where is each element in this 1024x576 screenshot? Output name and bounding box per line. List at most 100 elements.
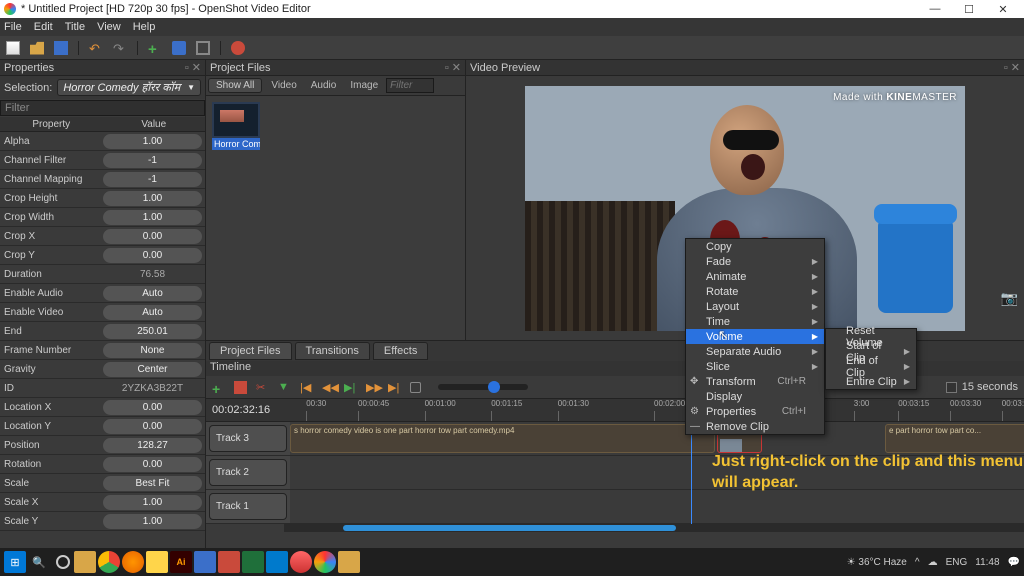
play-icon[interactable]: ▶| [344, 381, 357, 394]
context-menu-item[interactable]: Copy [686, 239, 824, 254]
tray-onedrive-icon[interactable]: ☁ [928, 557, 938, 568]
redo-icon[interactable]: ↷ [113, 41, 127, 55]
fullscreen-icon[interactable] [196, 41, 210, 55]
property-row[interactable]: Duration76.58 [0, 265, 205, 284]
property-value[interactable]: None [103, 343, 202, 358]
razor-icon[interactable]: ✂ [256, 381, 269, 394]
task-search-icon[interactable]: 🔍 [28, 551, 50, 573]
property-row[interactable]: End250.01 [0, 322, 205, 341]
task-openshot-icon[interactable] [314, 551, 336, 573]
filter-show-all[interactable]: Show All [208, 78, 262, 93]
prev-marker-icon[interactable]: |◀ [300, 381, 313, 394]
next-marker-icon[interactable]: ▶| [388, 381, 401, 394]
context-menu-item[interactable]: Time▶ [686, 314, 824, 329]
tab-project-files[interactable]: Project Files [209, 342, 292, 360]
property-value[interactable]: 76.58 [103, 267, 202, 282]
task-cortana-icon[interactable] [56, 555, 70, 569]
property-row[interactable]: Channel Mapping-1 [0, 170, 205, 189]
property-row[interactable]: GravityCenter [0, 360, 205, 379]
task-notes-icon[interactable] [146, 551, 168, 573]
property-value[interactable]: -1 [103, 153, 202, 168]
property-row[interactable]: Crop Width1.00 [0, 208, 205, 227]
project-files-filter[interactable] [386, 78, 434, 93]
rewind-icon[interactable]: ◀◀ [322, 381, 335, 394]
snapshot-icon[interactable]: 📷 [1001, 290, 1018, 307]
maximize-button[interactable]: ☐ [952, 3, 986, 16]
property-value[interactable]: 2YZKA3B22T [103, 381, 202, 396]
profile-icon[interactable] [172, 41, 186, 55]
context-menu-item[interactable]: Slice▶ [686, 359, 824, 374]
import-files-icon[interactable]: + [148, 41, 162, 55]
new-project-icon[interactable] [6, 41, 20, 55]
property-value[interactable]: 1.00 [103, 191, 202, 206]
panel-undock-icon[interactable]: ▫ ✕ [185, 61, 201, 74]
context-menu-item[interactable]: ⚙PropertiesCtrl+I [686, 404, 824, 419]
playhead[interactable] [691, 422, 692, 524]
property-filter-input[interactable]: Filter [0, 100, 205, 116]
property-row[interactable]: Rotation0.00 [0, 455, 205, 474]
context-menu-item[interactable]: Rotate▶ [686, 284, 824, 299]
context-menu-item[interactable]: Fade▶ [686, 254, 824, 269]
filter-video[interactable]: Video [265, 79, 302, 92]
project-file-thumb[interactable]: Horror Com... [212, 102, 260, 150]
property-row[interactable]: ScaleBest Fit [0, 474, 205, 493]
menu-help[interactable]: Help [133, 21, 156, 33]
property-row[interactable]: Enable AudioAuto [0, 284, 205, 303]
context-menu-item[interactable]: —Remove Clip [686, 419, 824, 434]
property-value[interactable]: 0.00 [103, 229, 202, 244]
task-illustrator-icon[interactable]: Ai [170, 551, 192, 573]
context-menu-item[interactable]: Display [686, 389, 824, 404]
tray-notifications-icon[interactable]: 💬 [1008, 557, 1020, 568]
context-submenu-item[interactable]: Entire Clip▶ [826, 374, 916, 389]
property-value[interactable]: 1.00 [103, 210, 202, 225]
property-row[interactable]: Frame NumberNone [0, 341, 205, 360]
property-value[interactable]: 1.00 [103, 514, 202, 529]
seconds-checkbox[interactable] [946, 382, 957, 393]
task-explorer-icon[interactable] [74, 551, 96, 573]
start-button[interactable]: ⊞ [4, 551, 26, 573]
property-value[interactable]: 128.27 [103, 438, 202, 453]
property-row[interactable]: Location Y0.00 [0, 417, 205, 436]
timeline-ruler[interactable]: 00:02:32:16 00:3000:00:4500:01:0000:01:1… [206, 398, 1024, 422]
menu-title[interactable]: Title [65, 21, 85, 33]
panel-undock-icon[interactable]: ▫ ✕ [1004, 61, 1020, 74]
tray-time[interactable]: 11:48 [975, 557, 999, 568]
filter-audio[interactable]: Audio [305, 79, 343, 92]
tray-weather[interactable]: ☀ 36°C Haze [847, 557, 907, 568]
panel-undock-icon[interactable]: ▫ ✕ [445, 61, 461, 74]
context-submenu-item[interactable]: End of Clip▶ [826, 359, 916, 374]
property-value[interactable]: 0.00 [103, 248, 202, 263]
property-row[interactable]: Scale X1.00 [0, 493, 205, 512]
menu-view[interactable]: View [97, 21, 121, 33]
minimize-button[interactable]: — [918, 3, 952, 15]
property-value[interactable]: Center [103, 362, 202, 377]
context-menu-item[interactable]: Layout▶ [686, 299, 824, 314]
property-value[interactable]: Best Fit [103, 476, 202, 491]
timeline-clip[interactable]: s horror comedy video is one part horror… [290, 424, 715, 453]
close-button[interactable]: ✕ [986, 3, 1020, 16]
property-row[interactable]: Crop Height1.00 [0, 189, 205, 208]
task-app-icon[interactable] [194, 551, 216, 573]
property-row[interactable]: Scale Y1.00 [0, 512, 205, 531]
context-menu-item[interactable]: Animate▶ [686, 269, 824, 284]
track-label[interactable]: Track 2 [209, 459, 287, 486]
timeline-scrollbar[interactable] [284, 524, 1024, 532]
track-label[interactable]: Track 3 [209, 425, 287, 452]
property-value[interactable]: Auto [103, 286, 202, 301]
task-app-icon[interactable] [242, 551, 264, 573]
timeline-clip[interactable]: e part horror tow part co... [885, 424, 1024, 453]
forward-icon[interactable]: ▶▶ [366, 381, 379, 394]
context-menu-item[interactable]: Volume▶ [686, 329, 824, 344]
save-project-icon[interactable] [54, 41, 68, 55]
task-app-icon[interactable] [290, 551, 312, 573]
property-row[interactable]: Position128.27 [0, 436, 205, 455]
tab-effects[interactable]: Effects [373, 342, 428, 360]
property-value[interactable]: 1.00 [103, 495, 202, 510]
property-row[interactable]: Channel Filter-1 [0, 151, 205, 170]
zoom-slider[interactable] [438, 384, 528, 390]
property-row[interactable]: Enable VideoAuto [0, 303, 205, 322]
track-label[interactable]: Track 1 [209, 493, 287, 520]
tray-lang[interactable]: ENG [946, 557, 968, 568]
center-playhead-icon[interactable] [410, 382, 421, 393]
property-value[interactable]: 0.00 [103, 457, 202, 472]
